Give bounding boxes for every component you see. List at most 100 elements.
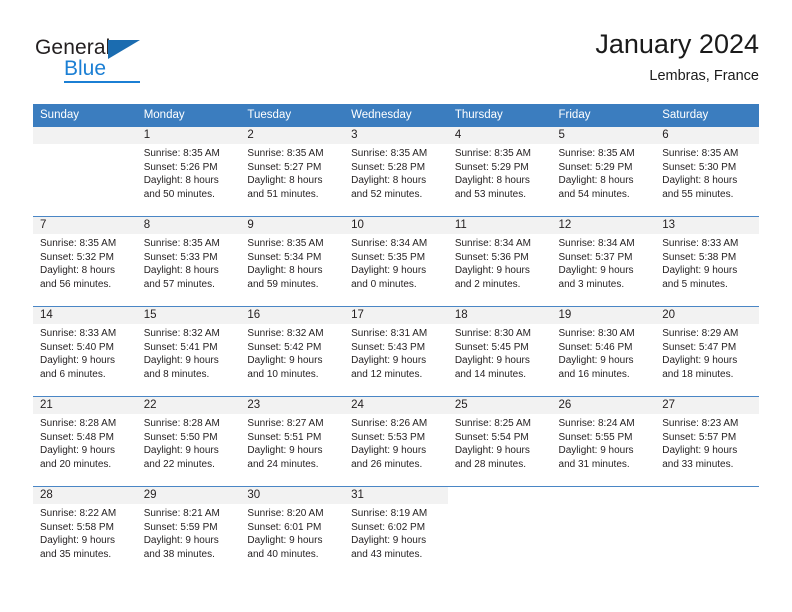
day-info-line: Sunrise: 8:32 AM — [247, 328, 324, 339]
day-cell-22[interactable]: 22 Sunrise: 8:28 AM Sunset: 5:50 PM Dayligh… — [136, 397, 241, 486]
day-sun-info: Sunrise: 8:35 AM Sunset: 5:33 PM Daylight:… — [137, 234, 241, 291]
day-number: 28 — [33, 487, 137, 504]
weekday-header-wednesday: Wednesday — [344, 104, 448, 127]
calendar-cell: 5 Sunrise: 8:35 AM Sunset: 5:29 PM Daylight… — [551, 127, 656, 217]
day-info-line: and 28 minutes. — [454, 458, 526, 470]
day-info-line: and 52 minutes. — [351, 188, 423, 200]
day-cell-13[interactable]: 13 Sunrise: 8:33 AM Sunset: 5:38 PM Dayligh… — [655, 217, 759, 306]
calendar-cell — [447, 486, 552, 576]
day-cell-15[interactable]: 15 Sunrise: 8:32 AM Sunset: 5:41 PM Dayligh… — [136, 307, 241, 396]
day-info-line: and 3 minutes. — [558, 278, 625, 290]
day-cell-29[interactable]: 29 Sunrise: 8:21 AM Sunset: 5:59 PM Dayligh… — [136, 487, 241, 576]
day-info-line: Daylight: 9 hours — [351, 445, 427, 457]
day-cell-19[interactable]: 19 Sunrise: 8:30 AM Sunset: 5:46 PM Dayligh… — [551, 307, 656, 396]
day-cell-3[interactable]: 3 Sunrise: 8:35 AM Sunset: 5:28 PM Daylight… — [344, 127, 448, 216]
day-info-line: Sunset: 5:34 PM — [247, 251, 322, 263]
day-info-line: Sunrise: 8:28 AM — [40, 418, 117, 429]
day-cell-16[interactable]: 16 Sunrise: 8:32 AM Sunset: 5:42 PM Dayligh… — [240, 307, 345, 396]
day-number: 29 — [136, 487, 241, 504]
day-cell-23[interactable]: 23 Sunrise: 8:27 AM Sunset: 5:51 PM Dayligh… — [240, 397, 345, 486]
day-sun-info: Sunrise: 8:32 AM Sunset: 5:42 PM Daylight:… — [240, 324, 344, 381]
day-info-line: Sunset: 5:38 PM — [662, 251, 737, 263]
day-number — [33, 127, 137, 144]
day-info-line: Sunrise: 8:33 AM — [662, 238, 739, 249]
day-cell-5[interactable]: 5 Sunrise: 8:35 AM Sunset: 5:29 PM Daylight… — [551, 127, 656, 216]
day-cell-9[interactable]: 9 Sunrise: 8:35 AM Sunset: 5:34 PM Daylight… — [240, 217, 345, 306]
calendar-cell: 12 Sunrise: 8:34 AM Sunset: 5:37 PM Dayligh… — [551, 216, 656, 307]
day-info-line: Sunset: 5:30 PM — [662, 161, 737, 173]
page-title: January 2024 — [595, 29, 759, 59]
day-cell-27[interactable]: 27 Sunrise: 8:23 AM Sunset: 5:57 PM Dayligh… — [655, 397, 759, 486]
day-cell-28[interactable]: 28 Sunrise: 8:22 AM Sunset: 5:58 PM Dayligh… — [33, 487, 137, 576]
day-info-line: and 56 minutes. — [40, 278, 112, 290]
day-cell-25[interactable]: 25 Sunrise: 8:25 AM Sunset: 5:54 PM Dayligh… — [447, 397, 552, 486]
day-number: 23 — [240, 397, 345, 414]
calendar-cell: 1 Sunrise: 8:35 AM Sunset: 5:26 PM Daylight… — [136, 127, 241, 217]
day-info-line: and 10 minutes. — [247, 368, 319, 380]
calendar-cell: 19 Sunrise: 8:30 AM Sunset: 5:46 PM Dayligh… — [551, 306, 656, 397]
day-number: 21 — [33, 397, 137, 414]
day-cell-14[interactable]: 14 Sunrise: 8:33 AM Sunset: 5:40 PM Dayligh… — [33, 307, 137, 396]
page-header: General Blue January 2024 Lembras, Franc… — [33, 28, 759, 98]
day-cell-1[interactable]: 1 Sunrise: 8:35 AM Sunset: 5:26 PM Daylight… — [136, 127, 241, 216]
day-cell-24[interactable]: 24 Sunrise: 8:26 AM Sunset: 5:53 PM Dayligh… — [344, 397, 448, 486]
calendar-cell: 2 Sunrise: 8:35 AM Sunset: 5:27 PM Daylight… — [240, 127, 345, 217]
day-number: 16 — [240, 307, 345, 324]
day-number: 15 — [136, 307, 241, 324]
weekday-header-tuesday: Tuesday — [240, 104, 345, 127]
day-cell-12[interactable]: 12 Sunrise: 8:34 AM Sunset: 5:37 PM Dayligh… — [551, 217, 656, 306]
day-info-line: Sunrise: 8:29 AM — [662, 328, 739, 339]
day-info-line: Daylight: 9 hours — [558, 355, 634, 367]
day-info-line: Sunrise: 8:35 AM — [143, 148, 220, 159]
day-info-line: Sunrise: 8:35 AM — [558, 148, 635, 159]
day-cell-10[interactable]: 10 Sunrise: 8:34 AM Sunset: 5:35 PM Dayligh… — [344, 217, 448, 306]
calendar-cell — [655, 486, 759, 576]
day-number: 11 — [447, 217, 552, 234]
day-sun-info: Sunrise: 8:35 AM Sunset: 5:28 PM Daylight:… — [344, 144, 448, 201]
day-cell-31[interactable]: 31 Sunrise: 8:19 AM Sunset: 6:02 PM Dayligh… — [344, 487, 448, 576]
calendar-cell: 29 Sunrise: 8:21 AM Sunset: 5:59 PM Dayligh… — [136, 486, 241, 576]
calendar-body: 1 Sunrise: 8:35 AM Sunset: 5:26 PM Daylight… — [33, 127, 759, 576]
day-sun-info: Sunrise: 8:34 AM Sunset: 5:37 PM Daylight:… — [552, 234, 656, 291]
day-sun-info: Sunrise: 8:32 AM Sunset: 5:41 PM Daylight:… — [137, 324, 241, 381]
day-sun-info: Sunrise: 8:35 AM Sunset: 5:29 PM Daylight:… — [448, 144, 552, 201]
day-cell-4[interactable]: 4 Sunrise: 8:35 AM Sunset: 5:29 PM Daylight… — [447, 127, 552, 216]
day-cell-7[interactable]: 7 Sunrise: 8:35 AM Sunset: 5:32 PM Daylight… — [33, 217, 137, 306]
day-sun-info: Sunrise: 8:35 AM Sunset: 5:32 PM Daylight:… — [33, 234, 137, 291]
calendar-cell: 25 Sunrise: 8:25 AM Sunset: 5:54 PM Dayligh… — [447, 396, 552, 487]
day-info-line: Sunrise: 8:31 AM — [351, 328, 428, 339]
day-sun-info: Sunrise: 8:34 AM Sunset: 5:35 PM Daylight:… — [344, 234, 448, 291]
day-cell-26[interactable]: 26 Sunrise: 8:24 AM Sunset: 5:55 PM Dayligh… — [551, 397, 656, 486]
day-cell-2[interactable]: 2 Sunrise: 8:35 AM Sunset: 5:27 PM Daylight… — [240, 127, 345, 216]
day-info-line: Sunset: 5:26 PM — [143, 161, 218, 173]
day-cell-6[interactable]: 6 Sunrise: 8:35 AM Sunset: 5:30 PM Daylight… — [655, 127, 759, 216]
day-info-line: Daylight: 9 hours — [143, 355, 219, 367]
day-sun-info: Sunrise: 8:25 AM Sunset: 5:54 PM Daylight:… — [448, 414, 552, 471]
day-info-line: Sunrise: 8:35 AM — [40, 238, 117, 249]
day-info-line: Daylight: 8 hours — [40, 265, 116, 277]
general-blue-logo[interactable]: General Blue — [35, 36, 235, 92]
day-cell-8[interactable]: 8 Sunrise: 8:35 AM Sunset: 5:33 PM Daylight… — [136, 217, 241, 306]
weekday-header-friday: Friday — [551, 104, 656, 127]
day-info-line: Sunset: 5:37 PM — [558, 251, 633, 263]
calendar-cell: 6 Sunrise: 8:35 AM Sunset: 5:30 PM Daylight… — [655, 127, 759, 217]
day-cell-18[interactable]: 18 Sunrise: 8:30 AM Sunset: 5:45 PM Dayligh… — [447, 307, 552, 396]
day-info-line: Daylight: 8 hours — [454, 175, 530, 187]
day-cell-11[interactable]: 11 Sunrise: 8:34 AM Sunset: 5:36 PM Dayligh… — [447, 217, 552, 306]
day-info-line: Daylight: 8 hours — [247, 175, 323, 187]
day-cell-20[interactable]: 20 Sunrise: 8:29 AM Sunset: 5:47 PM Dayligh… — [655, 307, 759, 396]
day-cell-30[interactable]: 30 Sunrise: 8:20 AM Sunset: 6:01 PM Dayligh… — [240, 487, 345, 576]
day-sun-info: Sunrise: 8:33 AM Sunset: 5:40 PM Daylight:… — [33, 324, 137, 381]
day-cell-17[interactable]: 17 Sunrise: 8:31 AM Sunset: 5:43 PM Dayligh… — [344, 307, 448, 396]
day-info-line: and 2 minutes. — [454, 278, 521, 290]
calendar-cell: 16 Sunrise: 8:32 AM Sunset: 5:42 PM Dayligh… — [240, 306, 345, 397]
day-info-line: Sunrise: 8:25 AM — [454, 418, 531, 429]
day-sun-info: Sunrise: 8:26 AM Sunset: 5:53 PM Daylight:… — [344, 414, 448, 471]
day-info-line: Sunset: 5:33 PM — [143, 251, 218, 263]
day-info-line: and 6 minutes. — [40, 368, 106, 380]
day-info-line: Sunrise: 8:27 AM — [247, 418, 324, 429]
day-sun-info: Sunrise: 8:35 AM Sunset: 5:34 PM Daylight:… — [240, 234, 344, 291]
calendar-week-row: 1 Sunrise: 8:35 AM Sunset: 5:26 PM Daylight… — [33, 127, 759, 217]
day-cell-21[interactable]: 21 Sunrise: 8:28 AM Sunset: 5:48 PM Dayligh… — [33, 397, 137, 486]
day-sun-info: Sunrise: 8:35 AM Sunset: 5:29 PM Daylight:… — [552, 144, 656, 201]
